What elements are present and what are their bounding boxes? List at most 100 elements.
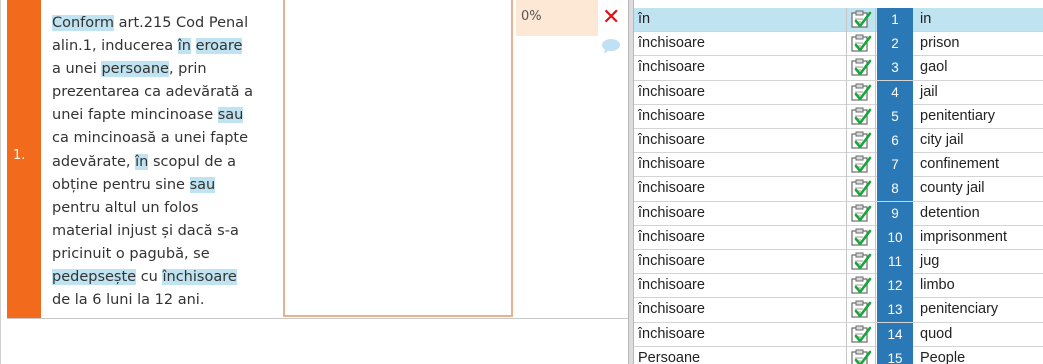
source-text-run: adevărate,: [52, 153, 136, 170]
edit-check-icon[interactable]: [850, 276, 872, 295]
edit-check-icon[interactable]: [850, 83, 872, 102]
match-percentage-value: 0%: [521, 9, 542, 24]
source-line: a unei persoane, prin: [52, 58, 284, 81]
edit-check-icon[interactable]: [850, 349, 872, 364]
term-row[interactable]: închisoare 12 limbo: [634, 274, 1043, 299]
edit-check-icon[interactable]: [850, 131, 872, 150]
term-number: 12: [877, 274, 913, 299]
segment-row: 1. Conform art.215 Cod Penal alin.1, indu…: [0, 0, 629, 364]
column-divider: [875, 177, 876, 202]
term-row[interactable]: închisoare 9 detention: [634, 201, 1043, 226]
term-number: 10: [877, 225, 913, 250]
edit-check-icon[interactable]: [850, 10, 872, 29]
term-row[interactable]: în 1 in: [634, 8, 1043, 33]
edit-check-icon[interactable]: [850, 228, 872, 247]
source-text-run: a unei: [52, 61, 102, 78]
term-source: închisoare: [638, 180, 705, 197]
recognized-term[interactable]: persoane: [101, 61, 169, 78]
column-divider: [846, 153, 847, 178]
term-source: închisoare: [638, 253, 705, 269]
source-line: de la 6 luni la 12 ani.: [52, 289, 284, 312]
column-divider: [846, 8, 847, 32]
column-divider: [875, 129, 876, 153]
row-separator: [7, 318, 629, 319]
source-line: ca mincinoasă a unei fapte: [52, 127, 284, 150]
recognized-term[interactable]: pedepsește: [52, 269, 137, 286]
recognized-term[interactable]: închisoare: [162, 269, 237, 286]
recognized-term[interactable]: sau: [189, 176, 216, 193]
source-text-run: unei fapte mincinoase: [52, 107, 218, 124]
term-row[interactable]: închisoare 13 penitenciary: [634, 298, 1043, 323]
source-text-run: alin.1, inducerea: [52, 38, 178, 55]
edit-check-icon[interactable]: [850, 58, 872, 77]
term-target: prison: [920, 35, 960, 52]
term-number: 2: [877, 32, 913, 57]
edit-check-icon[interactable]: [850, 325, 872, 344]
term-target: detention: [920, 204, 980, 221]
column-divider: [875, 298, 876, 323]
speech-bubble-icon[interactable]: [601, 38, 621, 54]
edit-check-icon[interactable]: [850, 34, 872, 53]
source-line: pricinuit o pagubă, se: [52, 243, 284, 266]
terminology-list: în 1 in închisoare 2 prison închisoare 3 gaol înc…: [634, 8, 1043, 364]
term-source: închisoare: [638, 301, 705, 318]
column-divider: [846, 346, 847, 364]
term-row[interactable]: închisoare 4 jail: [634, 80, 1043, 105]
term-row[interactable]: închisoare 5 penitentiary: [634, 104, 1043, 129]
term-row[interactable]: închisoare 2 prison: [634, 32, 1043, 57]
column-divider: [846, 80, 847, 105]
term-source: închisoare: [638, 83, 705, 100]
term-row[interactable]: închisoare 6 city jail: [634, 129, 1043, 154]
column-divider: [846, 129, 847, 153]
column-divider: [846, 298, 847, 323]
column-divider: [875, 225, 876, 250]
term-number: 1: [877, 8, 913, 32]
column-divider: [875, 56, 876, 81]
term-row[interactable]: închisoare 7 confinement: [634, 153, 1043, 178]
term-number: 8: [877, 177, 913, 202]
target-input[interactable]: [283, 0, 513, 317]
recognized-term[interactable]: Conform: [52, 15, 114, 31]
match-percentage: 0%: [516, 0, 598, 36]
source-text-run: ca mincinoasă a unei fapte: [52, 130, 249, 147]
term-row[interactable]: închisoare 10 imprisonment: [634, 225, 1043, 250]
edit-check-icon[interactable]: [850, 252, 872, 271]
source-text-run: [191, 38, 196, 54]
term-source: închisoare: [638, 35, 705, 52]
term-number: 11: [877, 250, 913, 274]
column-divider: [846, 104, 847, 129]
term-row[interactable]: Persoane 15 People: [634, 346, 1043, 364]
term-number: 9: [877, 201, 913, 226]
column-divider: [875, 32, 876, 57]
term-row[interactable]: închisoare 3 gaol: [634, 56, 1043, 81]
term-number: 13: [877, 298, 913, 323]
term-target: jail: [920, 83, 938, 100]
term-source: Persoane: [638, 349, 701, 364]
term-number: 5: [877, 104, 913, 129]
term-row[interactable]: închisoare 14 quod: [634, 322, 1043, 347]
recognized-term[interactable]: sau: [217, 107, 244, 124]
edit-check-icon[interactable]: [850, 107, 872, 126]
column-divider: [846, 56, 847, 81]
close-x-icon[interactable]: ✕: [602, 7, 620, 29]
source-line: prezentarea ca adevărată a: [52, 81, 284, 104]
recognized-term[interactable]: în: [177, 38, 191, 55]
term-target: county jail: [920, 180, 985, 197]
term-target: imprisonment: [920, 228, 1008, 245]
edit-check-icon[interactable]: [850, 179, 872, 198]
edit-check-icon[interactable]: [850, 300, 872, 319]
recognized-term[interactable]: în: [135, 153, 149, 170]
term-target: penitenciary: [920, 301, 999, 318]
term-row[interactable]: închisoare 8 county jail: [634, 177, 1043, 202]
edit-check-icon[interactable]: [850, 155, 872, 174]
column-divider: [875, 153, 876, 178]
term-source: închisoare: [638, 132, 705, 148]
source-text: Conform art.215 Cod Penal alin.1, inducer…: [52, 12, 284, 312]
column-divider: [875, 104, 876, 129]
recognized-term[interactable]: eroare: [195, 38, 243, 55]
source-text-run: art.215 Cod Penal: [114, 15, 249, 31]
segment-number[interactable]: 1.: [7, 0, 41, 319]
edit-check-icon[interactable]: [850, 204, 872, 223]
term-row[interactable]: închisoare 11 jug: [634, 250, 1043, 275]
column-divider: [875, 322, 876, 347]
